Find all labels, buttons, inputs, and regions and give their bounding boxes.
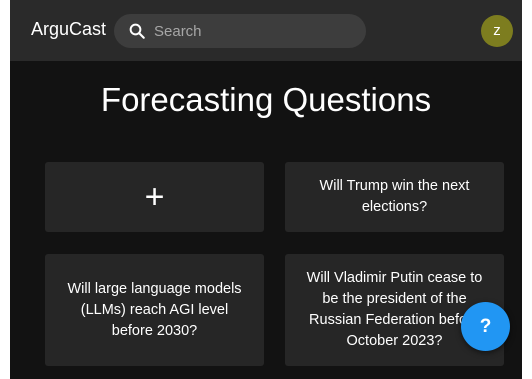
search-icon — [129, 23, 145, 39]
search-input[interactable] — [154, 14, 354, 48]
question-text: Will large language models (LLMs) reach … — [67, 280, 242, 339]
avatar[interactable]: z — [481, 15, 513, 47]
question-text: Will Trump win the next elections? — [319, 178, 470, 215]
help-icon: ? — [479, 316, 492, 337]
top-bar: ArguCast z — [10, 0, 522, 61]
question-card[interactable]: Will Trump win the next elections? — [285, 162, 504, 232]
search-bar[interactable] — [114, 14, 366, 48]
app-window: ArguCast z Forecasting Questions + Will … — [10, 0, 522, 379]
plus-icon: + — [144, 178, 165, 216]
add-question-card[interactable]: + — [45, 162, 264, 232]
brand-logo[interactable]: ArguCast — [31, 19, 106, 40]
page-title: Forecasting Questions — [100, 81, 432, 118]
question-text: Will Vladimir Putin cease to be the pres… — [306, 270, 483, 349]
help-button[interactable]: ? — [461, 302, 510, 351]
question-card[interactable]: Will large language models (LLMs) reach … — [45, 254, 264, 366]
